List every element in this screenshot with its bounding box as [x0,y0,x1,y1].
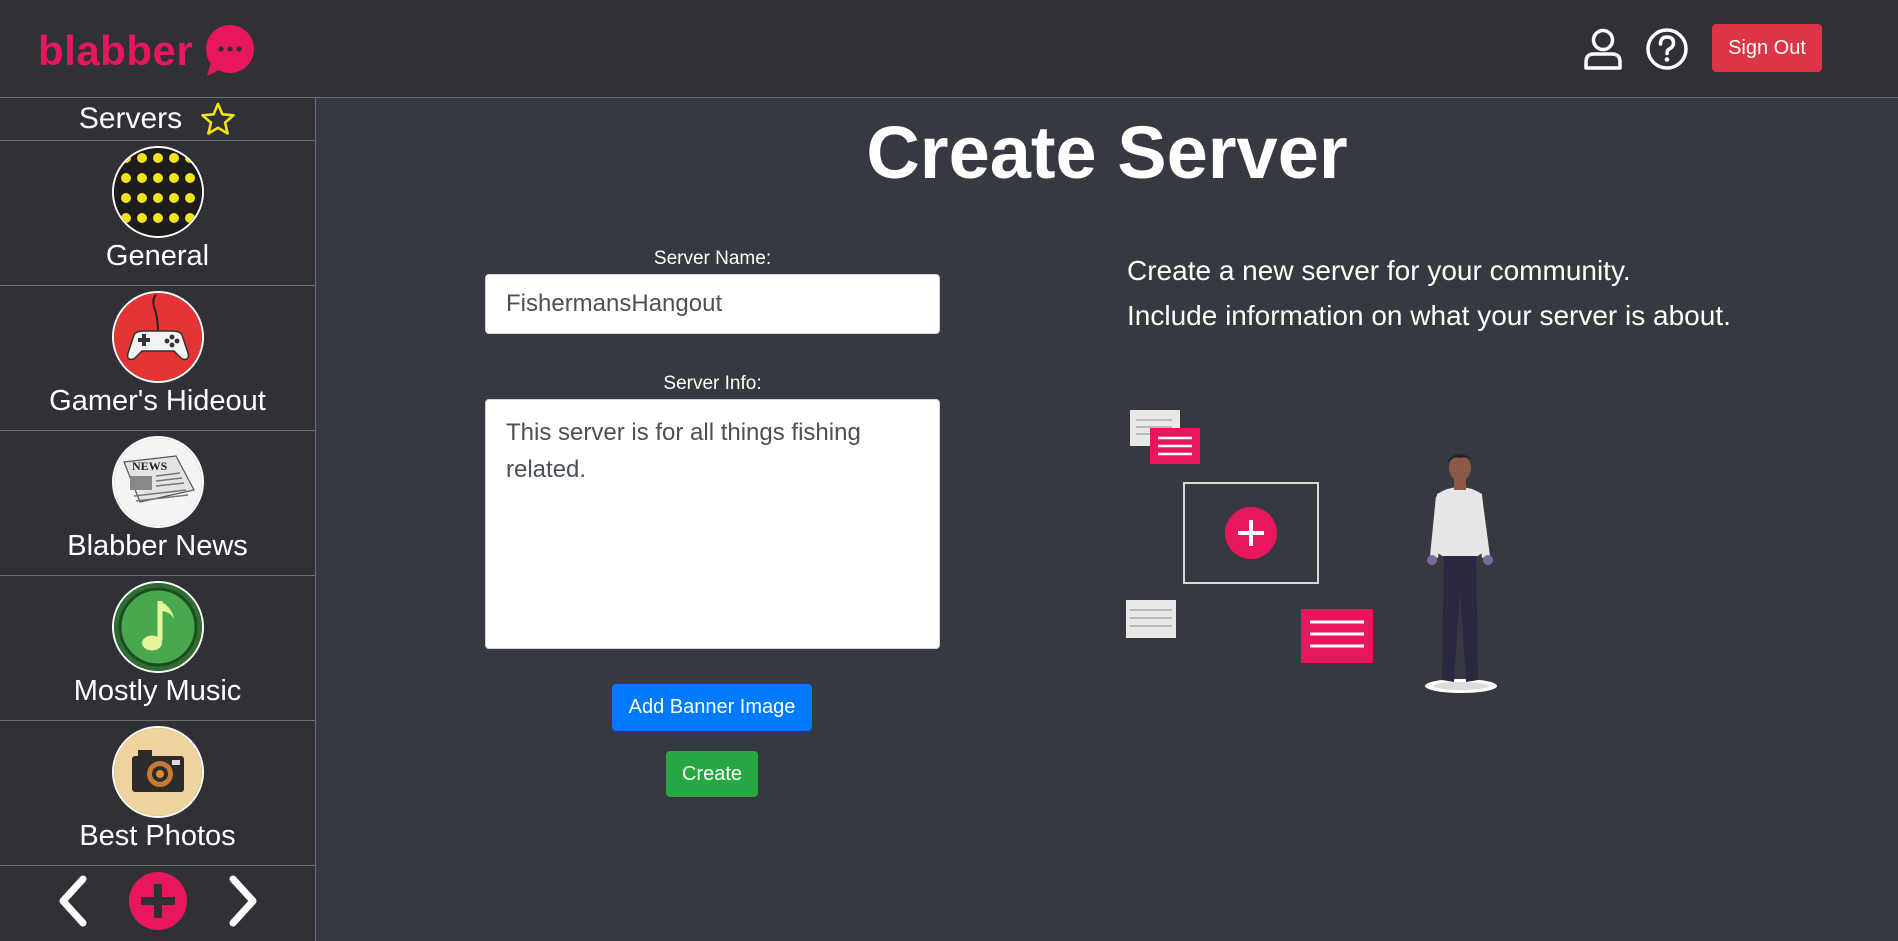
sign-out-button[interactable]: Sign Out [1712,24,1822,72]
add-server-icon[interactable] [128,872,187,930]
sidebar-item-best-photos[interactable]: Best Photos [0,721,315,866]
sidebar-item-gamers-hideout[interactable]: Gamer's Hideout [0,286,315,431]
newspaper-avatar-icon: NEWS [111,436,204,528]
sidebar-pagination [0,866,315,936]
chat-bubble-icon [206,25,255,76]
server-info-label: Server Info: [663,373,762,394]
create-server-illustration [1126,410,1497,693]
sidebar-item-general[interactable]: General [0,141,315,286]
sidebar-item-label: Gamer's Hideout [49,385,266,417]
help-icon[interactable] [1644,26,1690,72]
sidebar-item-label: Blabber News [67,530,248,562]
chevron-right-icon[interactable] [225,875,261,927]
sidebar-item-mostly-music[interactable]: Mostly Music [0,576,315,721]
sidebar-item-blabber-news[interactable]: NEWS Blabber News [0,431,315,576]
server-sidebar: Servers General Gamer's Hideout NEWS Bla… [0,98,316,941]
page-title: Create Server [866,111,1348,194]
chevron-left-icon[interactable] [55,875,91,927]
gamepad-avatar-icon [111,291,204,383]
brand-logo[interactable]: blabber [38,22,259,80]
brand-name: blabber [38,27,194,74]
create-button[interactable]: Create [666,751,758,797]
top-navbar: blabber Sign Out [0,0,1898,98]
server-name-label: Server Name: [653,248,772,269]
user-profile-icon[interactable] [1580,26,1626,72]
sidebar-title: Servers [78,102,183,135]
sidebar-item-label: Mostly Music [73,675,242,707]
camera-avatar-icon [111,726,204,818]
sidebar-header: Servers [0,98,315,141]
newspaper-masthead: NEWS [132,459,168,473]
general-server-avatar [111,146,204,238]
page-description: Create a new server for your community. … [1127,248,1731,338]
description-line-1: Create a new server for your community. [1127,255,1631,286]
sidebar-item-label: General [105,240,210,272]
music-note-avatar-icon [111,581,204,673]
server-info-textarea[interactable]: This server is for all things fishing re… [485,399,940,649]
server-name-input[interactable]: FishermansHangout [485,274,940,334]
sidebar-item-label: Best Photos [79,820,236,852]
add-banner-image-button[interactable]: Add Banner Image [612,684,812,731]
star-icon[interactable] [200,102,236,136]
description-line-2: Include information on what your server … [1127,300,1731,331]
